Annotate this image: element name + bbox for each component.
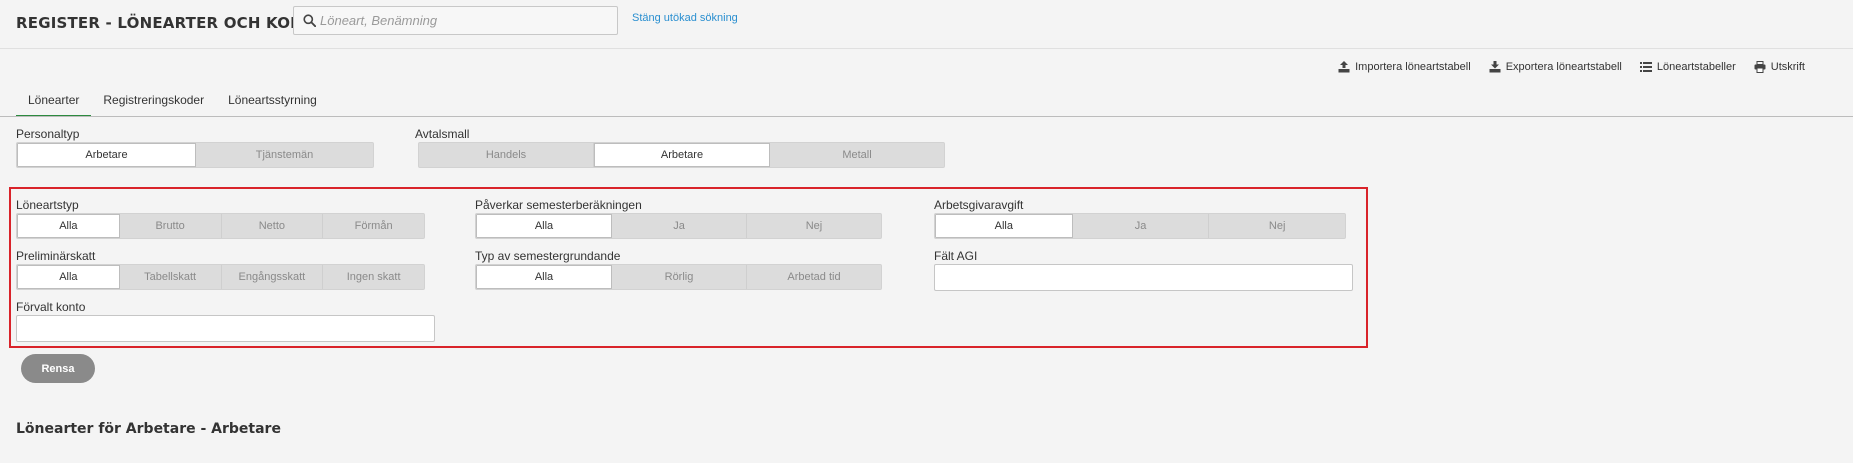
loneartstyp-option-netto[interactable]: Netto [222, 214, 324, 238]
falt-agi-label: Fält AGI [934, 249, 978, 263]
arbetsgivaravgift-option-alla[interactable]: Alla [935, 214, 1073, 238]
tab-registreringskoder[interactable]: Registreringskoder [91, 89, 216, 117]
upload-icon [1338, 61, 1350, 73]
avtalsmall-option-handels[interactable]: Handels [419, 143, 594, 167]
preliminarskatt-selector: Alla Tabellskatt Engångsskatt Ingen skat… [16, 264, 425, 290]
personaltyp-option-tjansteman[interactable]: Tjänstemän [196, 143, 373, 167]
personaltyp-option-arbetare[interactable]: Arbetare [17, 143, 196, 167]
header-divider [0, 48, 1853, 49]
clear-button[interactable]: Rensa [21, 354, 95, 383]
avtalsmall-label: Avtalsmall [415, 127, 470, 141]
semesterberakning-option-alla[interactable]: Alla [476, 214, 612, 238]
tab-lonearter[interactable]: Lönearter [16, 89, 92, 117]
semesterberakning-option-ja[interactable]: Ja [612, 214, 747, 238]
personaltyp-selector: Arbetare Tjänstemän [16, 142, 374, 168]
tab-bar: Lönearter Registreringskoder Löneartssty… [16, 89, 329, 117]
arbetsgivaravgift-label: Arbetsgivaravgift [934, 198, 1024, 212]
semestergrundande-option-alla[interactable]: Alla [476, 265, 612, 289]
section-title: Lönearter för Arbetare - Arbetare [16, 421, 281, 437]
printer-icon [1754, 61, 1766, 73]
print-label: Utskrift [1770, 61, 1805, 73]
avtalsmall-selector: Handels Arbetare Metall [418, 142, 945, 168]
export-table-label: Exportera löneartstabell [1505, 61, 1622, 73]
export-table-button[interactable]: Exportera löneartstabell [1489, 61, 1622, 73]
close-extended-search-link[interactable]: Stäng utökad sökning [632, 12, 738, 24]
tab-loneartsstyrning[interactable]: Löneartsstyrning [216, 89, 329, 117]
list-icon [1639, 62, 1652, 72]
falt-agi-input[interactable] [934, 264, 1353, 291]
semestergrundande-selector: Alla Rörlig Arbetad tid [475, 264, 882, 290]
loneartstyp-option-brutto[interactable]: Brutto [120, 214, 222, 238]
wage-tables-button[interactable]: Löneartstabeller [1639, 61, 1736, 73]
wage-tables-label: Löneartstabeller [1656, 61, 1736, 73]
loneartstyp-label: Löneartstyp [16, 198, 79, 212]
forvalt-konto-input[interactable] [16, 315, 435, 342]
search-icon [303, 14, 316, 27]
loneartstyp-option-alla[interactable]: Alla [17, 214, 120, 238]
preliminarskatt-option-tabellskatt[interactable]: Tabellskatt [120, 265, 222, 289]
avtalsmall-option-arbetare[interactable]: Arbetare [594, 143, 770, 167]
semestergrundande-label: Typ av semestergrundande [475, 249, 621, 263]
arbetsgivaravgift-selector: Alla Ja Nej [934, 213, 1346, 239]
arbetsgivaravgift-option-ja[interactable]: Ja [1073, 214, 1210, 238]
forvalt-konto-label: Förvalt konto [16, 300, 86, 314]
download-icon [1489, 61, 1501, 73]
search-box[interactable] [293, 6, 618, 35]
preliminarskatt-option-ingen-skatt[interactable]: Ingen skatt [323, 265, 424, 289]
semesterberakning-selector: Alla Ja Nej [475, 213, 882, 239]
preliminarskatt-label: Preliminärskatt [16, 249, 96, 263]
preliminarskatt-option-alla[interactable]: Alla [17, 265, 120, 289]
loneartstyp-selector: Alla Brutto Netto Förmån [16, 213, 425, 239]
import-table-label: Importera löneartstabell [1355, 61, 1471, 73]
search-input[interactable] [320, 9, 610, 32]
import-table-button[interactable]: Importera löneartstabell [1338, 61, 1471, 73]
loneartstyp-option-forman[interactable]: Förmån [323, 214, 424, 238]
personaltyp-label: Personaltyp [16, 127, 80, 141]
arbetsgivaravgift-option-nej[interactable]: Nej [1209, 214, 1345, 238]
tabs-divider [0, 116, 1853, 117]
print-button[interactable]: Utskrift [1754, 61, 1805, 73]
semesterberakning-label: Påverkar semesterberäkningen [475, 198, 642, 212]
semestergrundande-option-rorlig[interactable]: Rörlig [612, 265, 747, 289]
preliminarskatt-option-engangsskatt[interactable]: Engångsskatt [222, 265, 324, 289]
avtalsmall-option-metall[interactable]: Metall [770, 143, 944, 167]
semesterberakning-option-nej[interactable]: Nej [747, 214, 881, 238]
toolbar: Importera löneartstabell Exportera lönea… [1338, 61, 1805, 73]
page-title: REGISTER - LÖNEARTER OCH KODER [16, 14, 325, 32]
semestergrundande-option-arbetad-tid[interactable]: Arbetad tid [747, 265, 881, 289]
